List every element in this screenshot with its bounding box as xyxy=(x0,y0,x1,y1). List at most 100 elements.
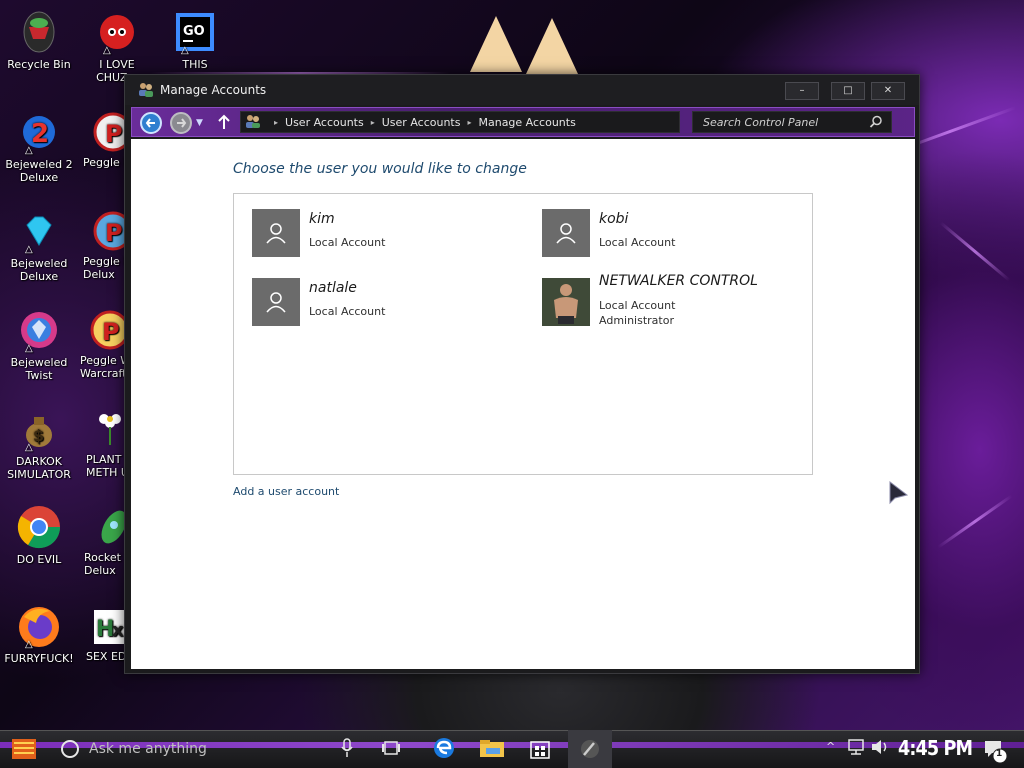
account-type: Local Account xyxy=(309,305,386,318)
account-tile-kobi[interactable]: kobi Local Account xyxy=(542,209,812,259)
flower-icon xyxy=(86,405,126,453)
breadcrumb-item[interactable]: Manage Accounts xyxy=(478,116,575,129)
svg-text:P: P xyxy=(102,318,120,346)
edge-icon xyxy=(434,738,454,758)
desktop-icon-peggle-deluxe[interactable]: P Peggle D xyxy=(78,108,126,169)
desktop-icon-label: Peggle N xyxy=(83,255,126,268)
shortcut-arrow-icon: △ xyxy=(25,244,33,255)
back-button[interactable] xyxy=(140,112,162,134)
desktop-icon-i-love-chuz[interactable]: △ I LOVE CHUZ... xyxy=(78,8,156,84)
desktop-icon-label: Recycle Bin xyxy=(7,58,71,71)
shortcut-arrow-icon: △ xyxy=(181,45,189,56)
desktop-icon-bejeweled-twist[interactable]: △ Bejeweled Twist xyxy=(0,306,78,382)
microphone-icon xyxy=(341,738,353,757)
desktop-icon-recycle-bin[interactable]: Recycle Bin xyxy=(0,8,78,71)
action-center-button[interactable]: 1 xyxy=(982,738,1008,768)
account-tile-netwalker-control[interactable]: NETWALKER CONTROL Local Account Administ… xyxy=(542,273,812,334)
store-icon xyxy=(530,741,550,759)
speaker-icon xyxy=(872,740,887,754)
up-button[interactable] xyxy=(216,113,232,135)
show-hidden-icons-button[interactable]: ^ xyxy=(826,740,835,753)
account-tile-natlale[interactable]: natlale Local Account xyxy=(252,278,522,328)
desktop-icon-label: Peggle D xyxy=(83,156,126,169)
microphone-button[interactable] xyxy=(340,736,354,764)
account-name: kim xyxy=(309,211,335,227)
shortcut-arrow-icon: △ xyxy=(25,145,33,156)
firefox-icon: △ xyxy=(15,602,63,650)
forward-button[interactable] xyxy=(170,112,192,134)
mouse-cursor-icon xyxy=(889,480,909,511)
desktop-icon-plant-meth[interactable]: PLANT METH U xyxy=(78,405,126,479)
control-panel-users-icon xyxy=(245,114,261,131)
bejeweled-twist-icon: △ xyxy=(15,306,63,354)
desktop-icon-label: Delux xyxy=(84,564,116,577)
add-user-account-link[interactable]: Add a user account xyxy=(233,485,339,498)
shortcut-arrow-icon: △ xyxy=(103,45,111,56)
desktop-icon-label: DARKOK xyxy=(16,455,62,468)
recent-pages-dropdown[interactable]: ▼ xyxy=(196,118,203,128)
desktop-icon-label: Deluxe xyxy=(19,171,59,184)
desktop-icon-label: I LOVE xyxy=(99,58,135,71)
breadcrumb-item[interactable]: User Accounts xyxy=(382,116,461,129)
desktop-icon-label: Bejeweled xyxy=(10,257,68,270)
title-bar[interactable]: Manage Accounts – □ ✕ xyxy=(125,75,919,105)
manage-accounts-window: Manage Accounts – □ ✕ ▼ ▸ User Accounts … xyxy=(124,74,920,674)
page-heading: Choose the user you would like to change xyxy=(233,161,527,177)
start-button[interactable] xyxy=(10,736,38,766)
file-explorer-button[interactable] xyxy=(478,736,506,764)
svg-text:x: x xyxy=(112,620,124,641)
store-button[interactable] xyxy=(528,736,552,764)
control-panel-taskbar-button[interactable] xyxy=(568,730,612,768)
users-icon xyxy=(137,81,155,101)
default-user-avatar-icon xyxy=(542,209,590,257)
control-panel-icon xyxy=(581,740,599,758)
shortcut-arrow-icon: △ xyxy=(25,343,33,354)
desktop-icon-sex-ed[interactable]: Hx SEX ED xyxy=(78,602,126,663)
minimize-button[interactable]: – xyxy=(785,82,819,100)
desktop-icon-this[interactable]: GO △ THIS xyxy=(156,8,234,71)
desktop-icon-furryfuck[interactable]: △ FURRYFUCK! xyxy=(0,602,78,665)
close-button[interactable]: ✕ xyxy=(871,82,905,100)
cortana-search-box[interactable]: Ask me anything xyxy=(58,734,328,764)
svg-text:$: $ xyxy=(33,426,44,445)
account-type: Local Account xyxy=(309,236,386,249)
volume-button[interactable] xyxy=(870,738,890,760)
account-name: kobi xyxy=(599,211,629,227)
breadcrumb-separator-icon: ▸ xyxy=(467,117,472,127)
peggle-icon: P xyxy=(83,207,126,255)
desktop-icon-peggle-warcraft[interactable]: P Peggle W Warcraft xyxy=(78,306,126,380)
desktop-icon-darkok-simulator[interactable]: $ △ DARKOK SIMULATOR xyxy=(0,405,78,481)
bejeweled-2-icon: 2 △ xyxy=(15,108,63,156)
desktop-icon-rocket-deluxe[interactable]: Rocket Delux xyxy=(78,503,126,577)
account-type: Local Account xyxy=(599,299,676,312)
network-button[interactable] xyxy=(846,738,866,760)
maximize-button[interactable]: □ xyxy=(831,82,865,100)
search-input[interactable]: Search Control Panel xyxy=(692,111,892,133)
edge-button[interactable] xyxy=(432,736,456,764)
peggle-icon: P xyxy=(80,306,126,354)
desktop-icon-peggle-nights[interactable]: P Peggle N Delux xyxy=(78,207,126,281)
goland-icon: GO △ xyxy=(171,8,219,56)
desktop-icon-do-evil[interactable]: DO EVIL xyxy=(0,503,78,566)
breadcrumb-item[interactable]: User Accounts xyxy=(285,116,364,129)
desktop-icon-label: Delux xyxy=(83,268,115,281)
notification-icon xyxy=(985,741,1008,764)
svg-text:2: 2 xyxy=(31,119,49,149)
breadcrumb: ▸ User Accounts ▸ User Accounts ▸ Manage… xyxy=(240,111,680,133)
desktop-icon-label: FURRYFUCK! xyxy=(4,652,74,665)
forward-arrow-icon xyxy=(177,118,187,128)
up-arrow-icon xyxy=(218,114,230,129)
svg-text:GO: GO xyxy=(183,24,205,39)
desktop-icon-label: Bejeweled 2 xyxy=(5,158,73,171)
desktop-icon-label: Warcraft xyxy=(80,367,126,380)
breadcrumb-separator-icon: ▸ xyxy=(370,117,375,127)
desktop-icon-bejeweled-2[interactable]: 2 △ Bejeweled 2 Deluxe xyxy=(0,108,78,184)
taskbar-clock[interactable]: 4:45 PM xyxy=(898,736,973,760)
wallpaper-character-ear xyxy=(526,18,578,74)
chrome-icon xyxy=(15,503,63,551)
cortana-circle-icon xyxy=(61,740,79,758)
svg-text:P: P xyxy=(105,120,123,148)
desktop-icon-bejeweled-deluxe[interactable]: △ Bejeweled Deluxe xyxy=(0,207,78,283)
task-view-button[interactable] xyxy=(380,736,402,764)
account-tile-kim[interactable]: kim Local Account xyxy=(252,209,522,259)
